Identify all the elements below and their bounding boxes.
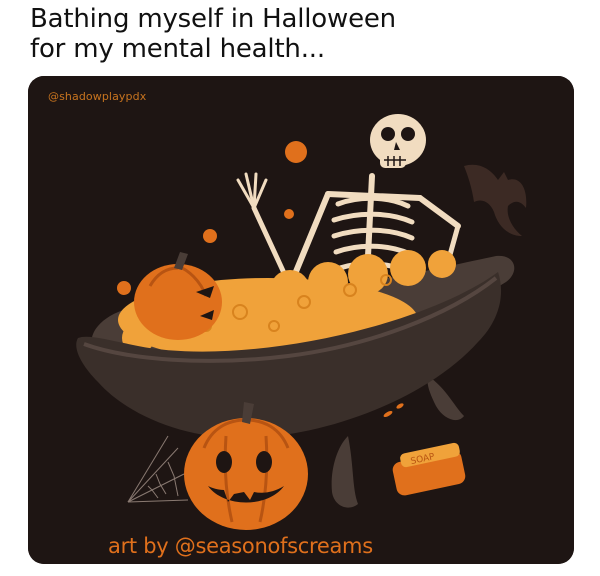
halloween-bath-illustration: SOAP [28, 76, 574, 564]
artist-credit: art by @seasonofscreams [108, 534, 373, 558]
meme-caption: Bathing myself in Halloween for my mental… [30, 4, 590, 64]
artwork-image: SOAP @shadowplaypdx art by @seasonofscre… [28, 76, 574, 564]
watermark-handle: @shadowplaypdx [48, 90, 147, 103]
caption-line-1: Bathing myself in Halloween [30, 4, 396, 34]
caption-line-2: for my mental health... [30, 34, 325, 64]
